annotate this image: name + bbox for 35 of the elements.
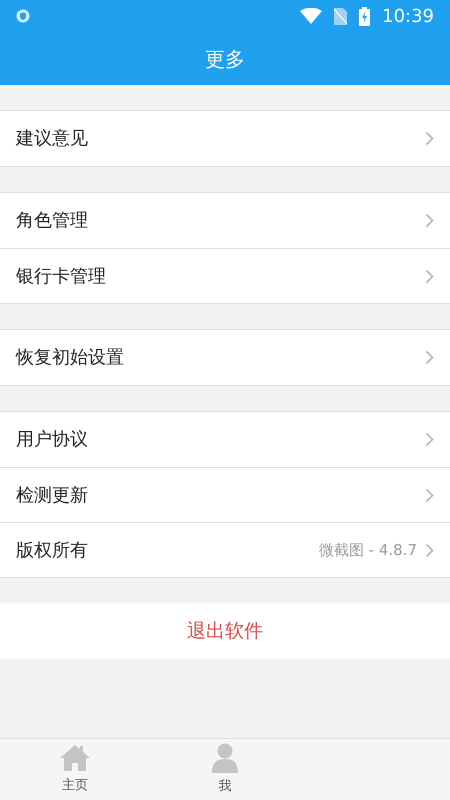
menu-item-label: 用户协议 — [16, 428, 89, 452]
tab[interactable]: 主页 — [0, 739, 150, 800]
tab[interactable]: 我 — [150, 739, 300, 800]
chevron-right-icon — [425, 542, 434, 558]
shield-icon — [16, 9, 30, 23]
menu-item[interactable]: 银行卡管理 — [0, 248, 450, 303]
person-icon — [212, 742, 238, 773]
menu-item[interactable]: 版权所有 微截图 - 4.8.7 — [0, 522, 450, 577]
tab-label: 主页 — [62, 776, 88, 795]
no-sim-icon — [334, 8, 348, 24]
home-icon — [59, 744, 91, 772]
page-title: 更多 — [205, 46, 245, 72]
chevron-right-icon — [425, 131, 434, 146]
menu-item-label: 角色管理 — [16, 209, 89, 233]
tab-label: 我 — [218, 778, 232, 796]
wifi-icon — [300, 8, 322, 24]
menu-item[interactable]: 建议意见 — [0, 111, 450, 166]
menu-item-label: 银行卡管理 — [16, 264, 107, 288]
chevron-right-icon — [425, 488, 434, 502]
chevron-right-icon — [425, 350, 434, 365]
menu-item-label: 检测更新 — [16, 484, 89, 508]
menu-item-label: 建议意见 — [16, 127, 89, 151]
menu-item-label: 恢复初始设置 — [16, 346, 125, 370]
chevron-right-icon — [425, 268, 434, 284]
menu-item[interactable]: 角色管理 — [0, 193, 450, 248]
logout-button[interactable]: 退出软件 — [0, 603, 450, 659]
version-text: 微截图 - 4.8.7 — [318, 540, 417, 561]
status-time: 10:39 — [382, 4, 434, 28]
menu-item[interactable]: 用户协议 — [0, 412, 450, 467]
menu-item[interactable]: 恢复初始设置 — [0, 330, 450, 385]
chevron-right-icon — [425, 432, 434, 447]
chevron-right-icon — [425, 213, 434, 228]
menu-item[interactable]: 检测更新 — [0, 467, 450, 522]
menu-item-label: 版权所有 — [16, 538, 89, 562]
battery-charging-icon — [359, 6, 370, 26]
